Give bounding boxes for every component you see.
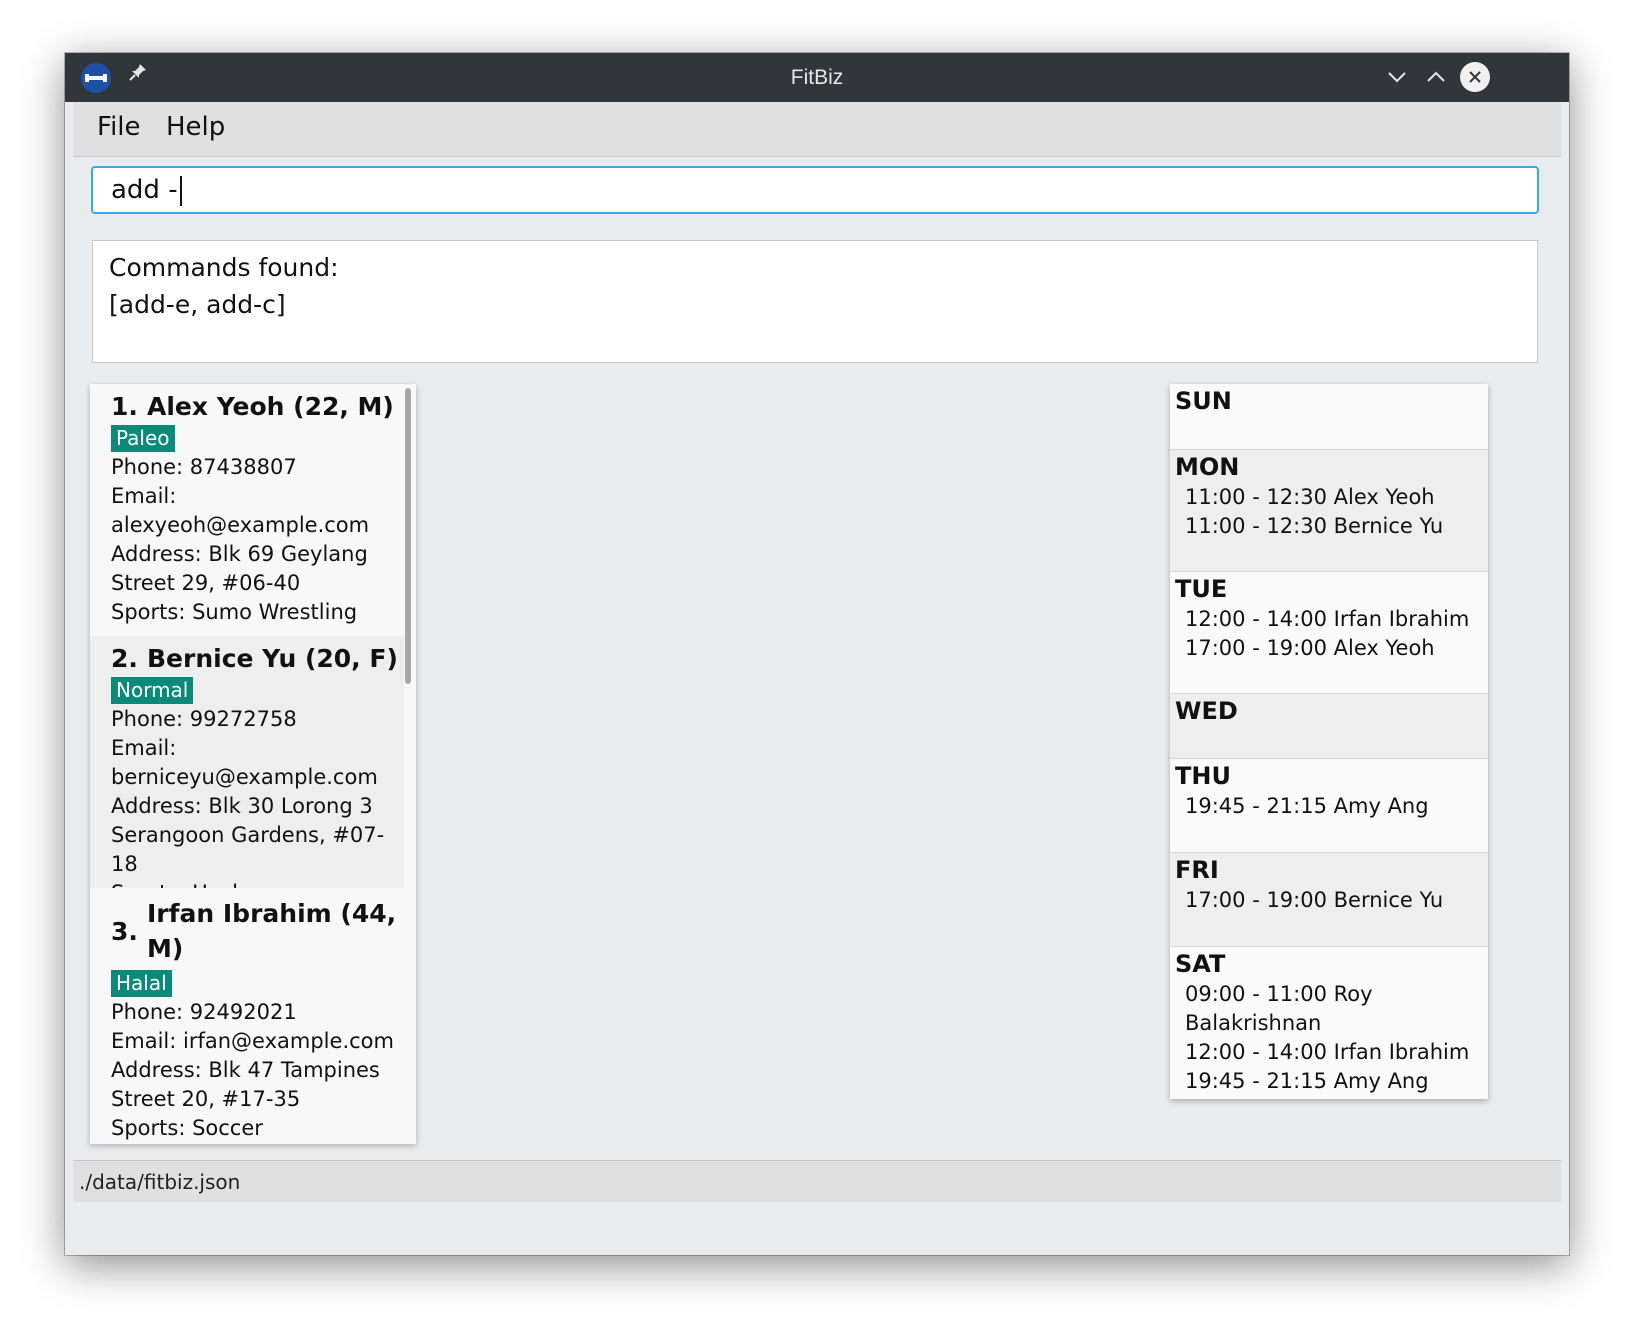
session-slot: 19:45 - 21:15 Amy Ang (1185, 794, 1429, 818)
client-address-cont: Street 29, #06-40 (111, 571, 301, 595)
day-name: WED (1175, 697, 1238, 725)
client-card[interactable]: 3. Irfan Ibrahim (44, M) Halal Phone: 92… (90, 888, 404, 1144)
client-card[interactable]: 1. Alex Yeoh (22, M) Paleo Phone: 874388… (90, 384, 404, 636)
client-sports: Sports: Sumo Wrestling (111, 600, 358, 624)
session-slot: 09:00 - 11:00 Roy Balakrishnan (1185, 982, 1373, 1035)
day-sat: SAT 09:00 - 11:00 Roy Balakrishnan 12:00… (1170, 946, 1488, 1099)
client-index: 3. (111, 916, 138, 946)
client-name: Alex Yeoh (22, M) (147, 392, 394, 421)
client-index: 2. (111, 644, 138, 673)
day-name: FRI (1175, 856, 1219, 884)
day-name: SAT (1175, 950, 1226, 978)
client-index: 1. (111, 392, 138, 421)
result-line-1: Commands found: (109, 253, 339, 282)
client-address: Address: Blk 47 Tampines (111, 1058, 380, 1082)
menu-help[interactable]: Help (166, 112, 225, 142)
session-slot: 11:00 - 12:30 Alex Yeoh (1185, 485, 1435, 509)
data-file-path: ./data/fitbiz.json (79, 1170, 241, 1194)
schedule-panel: SUN MON 11:00 - 12:30 Alex Yeoh 11:00 - … (1170, 384, 1488, 1099)
text-cursor (179, 175, 182, 206)
diet-tag: Paleo (111, 425, 175, 452)
client-sports: Sports: Soccer (111, 1116, 263, 1140)
client-email-label: Email: (111, 484, 177, 508)
client-email: alexyeoh@example.com (111, 513, 370, 537)
client-name: Irfan Ibrahim (44, (147, 899, 397, 928)
client-phone: Phone: 87438807 (111, 455, 297, 479)
day-tue: TUE 12:00 - 14:00 Irfan Ibrahim 17:00 - … (1170, 571, 1488, 693)
client-name-cont: M) (147, 934, 184, 963)
client-list-scrollbar[interactable] (405, 388, 411, 684)
day-name: THU (1175, 762, 1231, 790)
client-email: Email: irfan@example.com (111, 1029, 394, 1053)
close-icon (1469, 71, 1481, 83)
diet-tag: Halal (111, 970, 172, 997)
client-address-cont: Serangoon Gardens, #07-18 (111, 823, 385, 876)
day-wed: WED (1170, 693, 1488, 758)
command-input[interactable]: add - (91, 166, 1539, 214)
client-address-cont: Street 20, #17-35 (111, 1087, 301, 1111)
client-address: Address: Blk 69 Geylang (111, 542, 368, 566)
client-phone: Phone: 99272758 (111, 707, 297, 731)
session-slot: 11:00 - 12:30 Bernice Yu (1185, 514, 1444, 538)
app-window: FitBiz File Help add - Commands found: [… (65, 53, 1569, 1255)
day-name: TUE (1175, 575, 1228, 603)
client-address: Address: Blk 30 Lorong 3 (111, 794, 373, 818)
minimize-button[interactable] (1381, 61, 1413, 93)
client-name: Bernice Yu (20, F) (147, 644, 398, 673)
day-fri: FRI 17:00 - 19:00 Bernice Yu (1170, 852, 1488, 946)
session-slot: 17:00 - 19:00 Bernice Yu (1185, 888, 1444, 912)
session-slot: 19:45 - 21:15 Amy Ang (1185, 1069, 1429, 1093)
session-slot: 12:00 - 14:00 Irfan Ibrahim (1185, 1040, 1470, 1064)
client-email: berniceyu@example.com (111, 765, 378, 789)
client-phone: Phone: 92492021 (111, 1000, 297, 1024)
day-thu: THU 19:45 - 21:15 Amy Ang (1170, 758, 1488, 852)
client-card[interactable]: 2. Bernice Yu (20, F) Normal Phone: 9927… (90, 636, 404, 905)
client-email-label: Email: (111, 736, 177, 760)
result-display: Commands found: [add-e, add-c] (92, 240, 1538, 363)
day-mon: MON 11:00 - 12:30 Alex Yeoh 11:00 - 12:3… (1170, 449, 1488, 571)
window-title: FitBiz (790, 66, 844, 89)
result-line-2: [add-e, add-c] (109, 290, 286, 319)
client-list[interactable]: 1. Alex Yeoh (22, M) Paleo Phone: 874388… (90, 384, 416, 1144)
day-name: MON (1175, 453, 1240, 481)
menu-bar: File Help (73, 102, 1561, 157)
command-input-value: add - (111, 175, 178, 205)
status-bar: ./data/fitbiz.json (73, 1160, 1561, 1202)
title-bar: FitBiz (65, 53, 1569, 102)
day-sun: SUN (1170, 384, 1488, 449)
maximize-button[interactable] (1420, 61, 1452, 93)
session-slot: 17:00 - 19:00 Alex Yeoh (1185, 636, 1435, 660)
menu-file[interactable]: File (97, 112, 141, 142)
day-name: SUN (1175, 387, 1232, 415)
close-button[interactable] (1460, 62, 1490, 92)
session-slot: 12:00 - 14:00 Irfan Ibrahim (1185, 607, 1470, 631)
diet-tag: Normal (111, 677, 194, 704)
